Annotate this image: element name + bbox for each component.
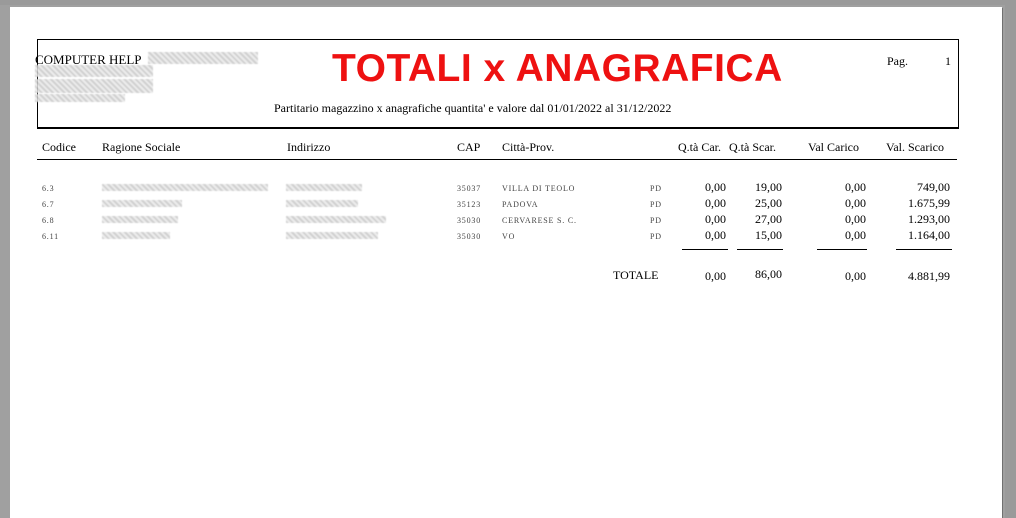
redacted-company-details [148, 52, 258, 64]
row-citta: VO [502, 232, 516, 241]
row-qta-car: 0,00 [705, 212, 726, 226]
redacted-indirizzo [286, 232, 378, 239]
page-number: 1 [945, 54, 951, 68]
column-header-qta-scar: Q.tà Scar. [729, 140, 776, 154]
redacted-indirizzo [286, 200, 358, 207]
header-rule [37, 159, 957, 160]
row-prov: PD [650, 232, 662, 241]
redacted-company-city [35, 79, 153, 93]
row-qta-scar: 15,00 [755, 228, 782, 242]
row-codice: 6.11 [42, 232, 59, 241]
row-citta: CERVARESE S. C. [502, 216, 577, 225]
row-val-scarico: 749,00 [917, 180, 950, 194]
column-header-val-scarico: Val. Scarico [886, 140, 944, 154]
row-qta-scar: 25,00 [755, 196, 782, 210]
redacted-ragione-sociale [102, 184, 268, 191]
column-header-indirizzo: Indirizzo [287, 140, 331, 154]
row-citta: PADOVA [502, 200, 539, 209]
row-qta-scar: 19,00 [755, 180, 782, 194]
column-header-ragione-sociale: Ragione Sociale [102, 140, 181, 154]
row-qta-car: 0,00 [705, 180, 726, 194]
row-cap: 35030 [457, 216, 481, 225]
total-val-scarico: 4.881,99 [908, 269, 950, 283]
row-val-carico: 0,00 [845, 228, 866, 242]
sum-rule-qta-scar [737, 249, 783, 250]
row-prov: PD [650, 200, 662, 209]
row-val-carico: 0,00 [845, 180, 866, 194]
report-subtitle: Partitario magazzino x anagrafiche quant… [274, 101, 672, 115]
column-header-citta: Città-Prov. [502, 140, 555, 154]
row-cap: 35030 [457, 232, 481, 241]
row-citta: VILLA DI TEOLO [502, 184, 576, 193]
row-cap: 35123 [457, 200, 481, 209]
column-header-codice: Codice [42, 140, 76, 154]
viewer-background-top [0, 0, 1016, 5]
row-prov: PD [650, 216, 662, 225]
page-label: Pag. [887, 54, 908, 68]
column-header-cap: CAP [457, 140, 481, 154]
row-prov: PD [650, 184, 662, 193]
redacted-company-vat [35, 94, 125, 102]
report-page: COMPUTER HELP TOTALI x ANAGRAFICA Pag. 1… [10, 7, 1002, 518]
report-title: TOTALI x ANAGRAFICA [332, 47, 783, 90]
redacted-ragione-sociale [102, 216, 178, 223]
sum-rule-qta-car [682, 249, 728, 250]
column-header-val-carico: Val Carico [808, 140, 859, 154]
row-val-carico: 0,00 [845, 212, 866, 226]
redacted-ragione-sociale [102, 232, 170, 239]
row-codice: 6.7 [42, 200, 55, 209]
row-qta-car: 0,00 [705, 196, 726, 210]
totals-label: TOTALE [613, 268, 659, 282]
viewer-background-side [1005, 5, 1016, 518]
row-codice: 6.8 [42, 216, 55, 225]
redacted-indirizzo [286, 184, 362, 191]
sum-rule-val-carico [817, 249, 867, 250]
row-val-carico: 0,00 [845, 196, 866, 210]
sum-rule-val-scarico [896, 249, 952, 250]
total-qta-car: 0,00 [705, 269, 726, 283]
row-cap: 35037 [457, 184, 481, 193]
redacted-ragione-sociale [102, 200, 182, 207]
row-qta-car: 0,00 [705, 228, 726, 242]
row-val-scarico: 1.164,00 [908, 228, 950, 242]
total-qta-scar: 86,00 [755, 267, 782, 281]
row-codice: 6.3 [42, 184, 55, 193]
column-header-qta-car: Q.tà Car. [678, 140, 721, 154]
row-qta-scar: 27,00 [755, 212, 782, 226]
row-val-scarico: 1.675,99 [908, 196, 950, 210]
redacted-company-address [35, 65, 153, 77]
redacted-indirizzo [286, 216, 386, 223]
row-val-scarico: 1.293,00 [908, 212, 950, 226]
total-val-carico: 0,00 [845, 269, 866, 283]
